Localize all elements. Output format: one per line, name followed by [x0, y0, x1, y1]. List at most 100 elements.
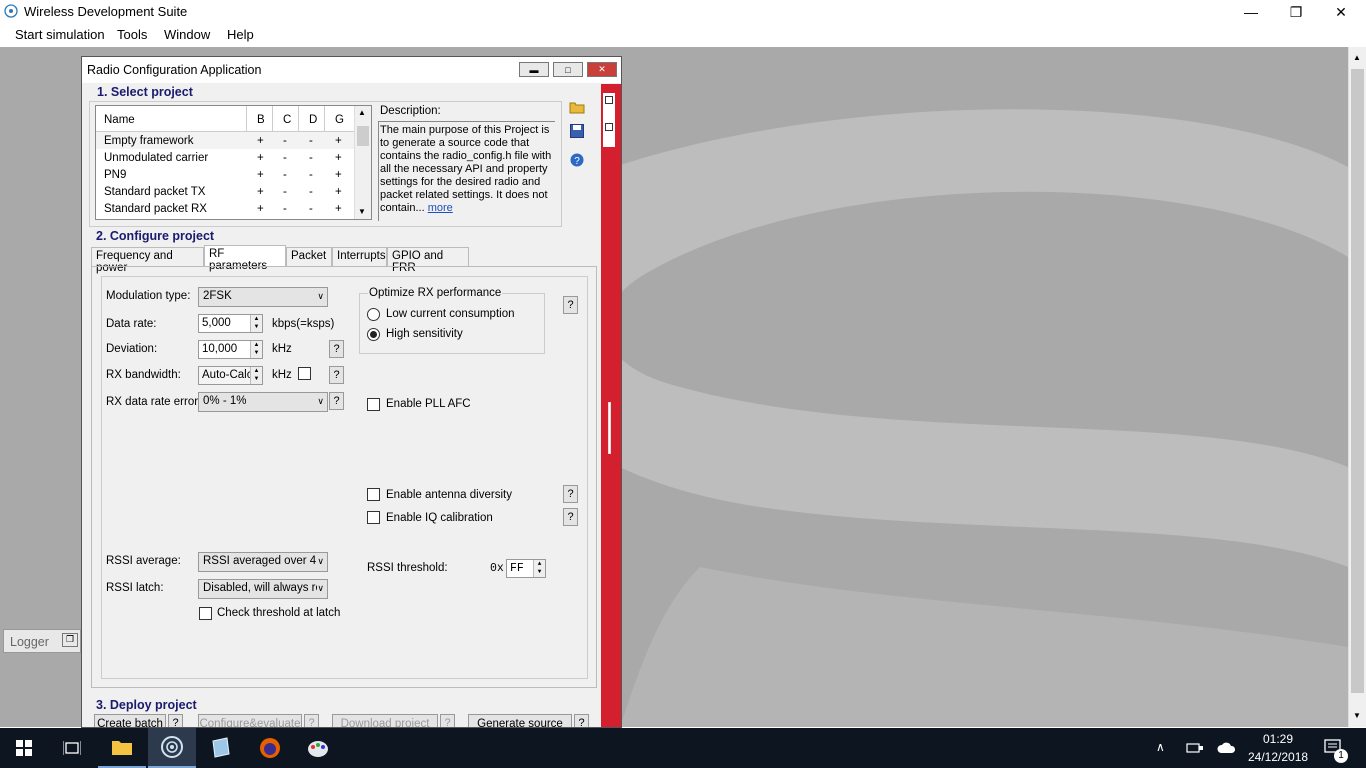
pll-afc-checkbox[interactable] — [367, 398, 380, 411]
network-icon[interactable] — [1186, 741, 1204, 755]
menu-help[interactable]: Help — [227, 27, 254, 42]
file-explorer-button[interactable] — [98, 728, 146, 768]
deviation-input[interactable]: 10,000 ▲ ▼ — [198, 340, 263, 359]
open-folder-icon[interactable] — [569, 100, 585, 114]
task-view-icon — [63, 741, 81, 755]
description-text: The main purpose of this Project is to g… — [380, 124, 552, 214]
menu-start-simulation[interactable]: Start simulation — [15, 27, 105, 42]
check-threshold-checkbox[interactable] — [199, 607, 212, 620]
notepad-taskbar-button[interactable] — [196, 728, 244, 768]
project-flag-cell: - — [309, 152, 313, 164]
menu-window[interactable]: Window — [164, 27, 210, 42]
taskbar: ∧ 01:29 24/12/2018 1 — [0, 728, 1366, 768]
rssi-average-select[interactable]: RSSI averaged over 4 ∨ — [198, 552, 328, 572]
chevron-down-icon: ∨ — [317, 396, 324, 406]
clock-date[interactable]: 24/12/2018 — [1248, 750, 1308, 764]
configure-evaluate-help-button[interactable]: ? — [304, 714, 319, 727]
table-row[interactable]: Empty framework + - - + — [96, 132, 354, 149]
firefox-taskbar-button[interactable] — [246, 728, 294, 768]
project-name-cell: PN9 — [104, 169, 127, 181]
dialog-title-bar: Radio Configuration Application ▬ □ ✕ — [82, 57, 621, 83]
scroll-down-icon[interactable]: ▼ — [1353, 711, 1361, 720]
rssi-latch-select[interactable]: Disabled, will always re ∨ — [198, 579, 328, 599]
task-view-button[interactable] — [48, 728, 96, 768]
download-project-help-button[interactable]: ? — [440, 714, 455, 727]
table-row[interactable]: Standard packet TX + - - + — [96, 183, 354, 200]
tab-rf-parameters[interactable]: RF parameters — [204, 245, 286, 272]
rx-bandwidth-input[interactable]: Auto-Calc ▲ ▼ — [198, 366, 263, 385]
optimize-rx-help-button[interactable]: ? — [563, 296, 578, 314]
workspace-scrollbar[interactable]: ▲ ▼ — [1348, 47, 1366, 727]
project-flag-cell: + — [257, 169, 264, 181]
minimize-button[interactable]: — — [1228, 0, 1274, 24]
rssi-threshold-input[interactable]: FF ▲ ▼ — [506, 559, 546, 578]
table-row[interactable]: Standard packet RX + - - + — [96, 200, 354, 217]
dialog-close-button[interactable]: ✕ — [587, 62, 617, 77]
show-hidden-icons-chevron-icon[interactable]: ∧ — [1156, 740, 1165, 754]
project-flag-cell: + — [335, 152, 342, 164]
deviation-help-button[interactable]: ? — [329, 340, 344, 358]
table-scroll-down-icon[interactable]: ▼ — [358, 207, 366, 216]
paint-taskbar-button[interactable] — [294, 728, 342, 768]
download-project-button[interactable]: Download project — [332, 714, 438, 727]
project-flag-cell: + — [335, 135, 342, 147]
tab-gpio-and-frr[interactable]: GPIO and FRR — [387, 247, 469, 274]
wireless-app-icon — [4, 4, 18, 18]
save-icon[interactable] — [570, 124, 584, 138]
high-sensitivity-radio[interactable] — [367, 328, 380, 341]
restore-button[interactable]: ❐ — [1273, 0, 1319, 24]
side-panel-bar — [601, 84, 621, 727]
tab-frequency-and-power[interactable]: Frequency and power — [91, 247, 204, 274]
project-name-cell: Standard packet RX — [104, 203, 207, 215]
start-button[interactable] — [0, 728, 48, 768]
iq-calibration-checkbox[interactable] — [367, 511, 380, 524]
create-batch-help-button[interactable]: ? — [168, 714, 183, 727]
scroll-up-icon[interactable]: ▲ — [1353, 53, 1361, 62]
table-row[interactable]: Unmodulated carrier + - - + — [96, 149, 354, 166]
logger-restore-icon[interactable]: ❐ — [62, 633, 78, 647]
firefox-icon — [260, 738, 280, 758]
tab-interrupts[interactable]: Interrupts — [332, 247, 387, 266]
side-panel-box-icon[interactable] — [605, 96, 613, 104]
low-current-radio[interactable] — [367, 308, 380, 321]
side-panel-box-icon[interactable] — [605, 123, 613, 131]
tab-packet[interactable]: Packet — [286, 247, 332, 266]
project-flag-cell: - — [283, 186, 287, 198]
rssi-average-label: RSSI average: — [106, 555, 181, 567]
generate-source-button[interactable]: Generate source — [468, 714, 572, 727]
rx-data-rate-error-help-button[interactable]: ? — [329, 392, 344, 410]
deviation-label: Deviation: — [106, 343, 158, 355]
high-sensitivity-label: High sensitivity — [386, 328, 463, 340]
rx-bandwidth-checkbox[interactable] — [298, 367, 311, 380]
dialog-maximize-button[interactable]: □ — [553, 62, 583, 77]
table-scroll-thumb[interactable] — [357, 126, 369, 146]
generate-source-help-button[interactable]: ? — [574, 714, 589, 727]
antenna-diversity-help-button[interactable]: ? — [563, 485, 578, 503]
onedrive-cloud-icon[interactable] — [1217, 741, 1237, 755]
menu-tools[interactable]: Tools — [117, 27, 147, 42]
table-row[interactable]: PN9 + - - + — [96, 166, 354, 183]
iq-calibration-help-button[interactable]: ? — [563, 508, 578, 526]
rx-bandwidth-help-button[interactable]: ? — [329, 366, 344, 384]
create-batch-button[interactable]: Create batch — [94, 714, 166, 727]
logger-panel[interactable]: Logger ❐ — [3, 629, 81, 653]
project-table-scrollbar[interactable]: ▲ ▼ — [354, 106, 371, 219]
optimize-rx-group — [359, 293, 545, 354]
table-scroll-up-icon[interactable]: ▲ — [358, 108, 366, 117]
rssi-latch-label: RSSI latch: — [106, 582, 164, 594]
modulation-type-select[interactable]: 2FSK ∨ — [198, 287, 328, 307]
close-button[interactable]: ✕ — [1318, 0, 1364, 24]
project-flag-cell: - — [309, 203, 313, 215]
antenna-diversity-checkbox[interactable] — [367, 488, 380, 501]
data-rate-input[interactable]: 5,000 ▲ ▼ — [198, 314, 263, 333]
wireless-suite-taskbar-button[interactable] — [148, 728, 196, 768]
help-icon[interactable]: ? — [570, 153, 584, 167]
configure-evaluate-button[interactable]: Configure&evaluate — [198, 714, 302, 727]
description-more-link[interactable]: more — [428, 202, 453, 214]
clock-time[interactable]: 01:29 — [1263, 732, 1293, 746]
antenna-diversity-label: Enable antenna diversity — [386, 489, 512, 501]
side-splitter-handle[interactable] — [608, 402, 611, 454]
rx-data-rate-error-select[interactable]: 0% - 1% ∨ — [198, 392, 328, 412]
scrollbar-thumb[interactable] — [1351, 69, 1364, 693]
dialog-minimize-button[interactable]: ▬ — [519, 62, 549, 77]
